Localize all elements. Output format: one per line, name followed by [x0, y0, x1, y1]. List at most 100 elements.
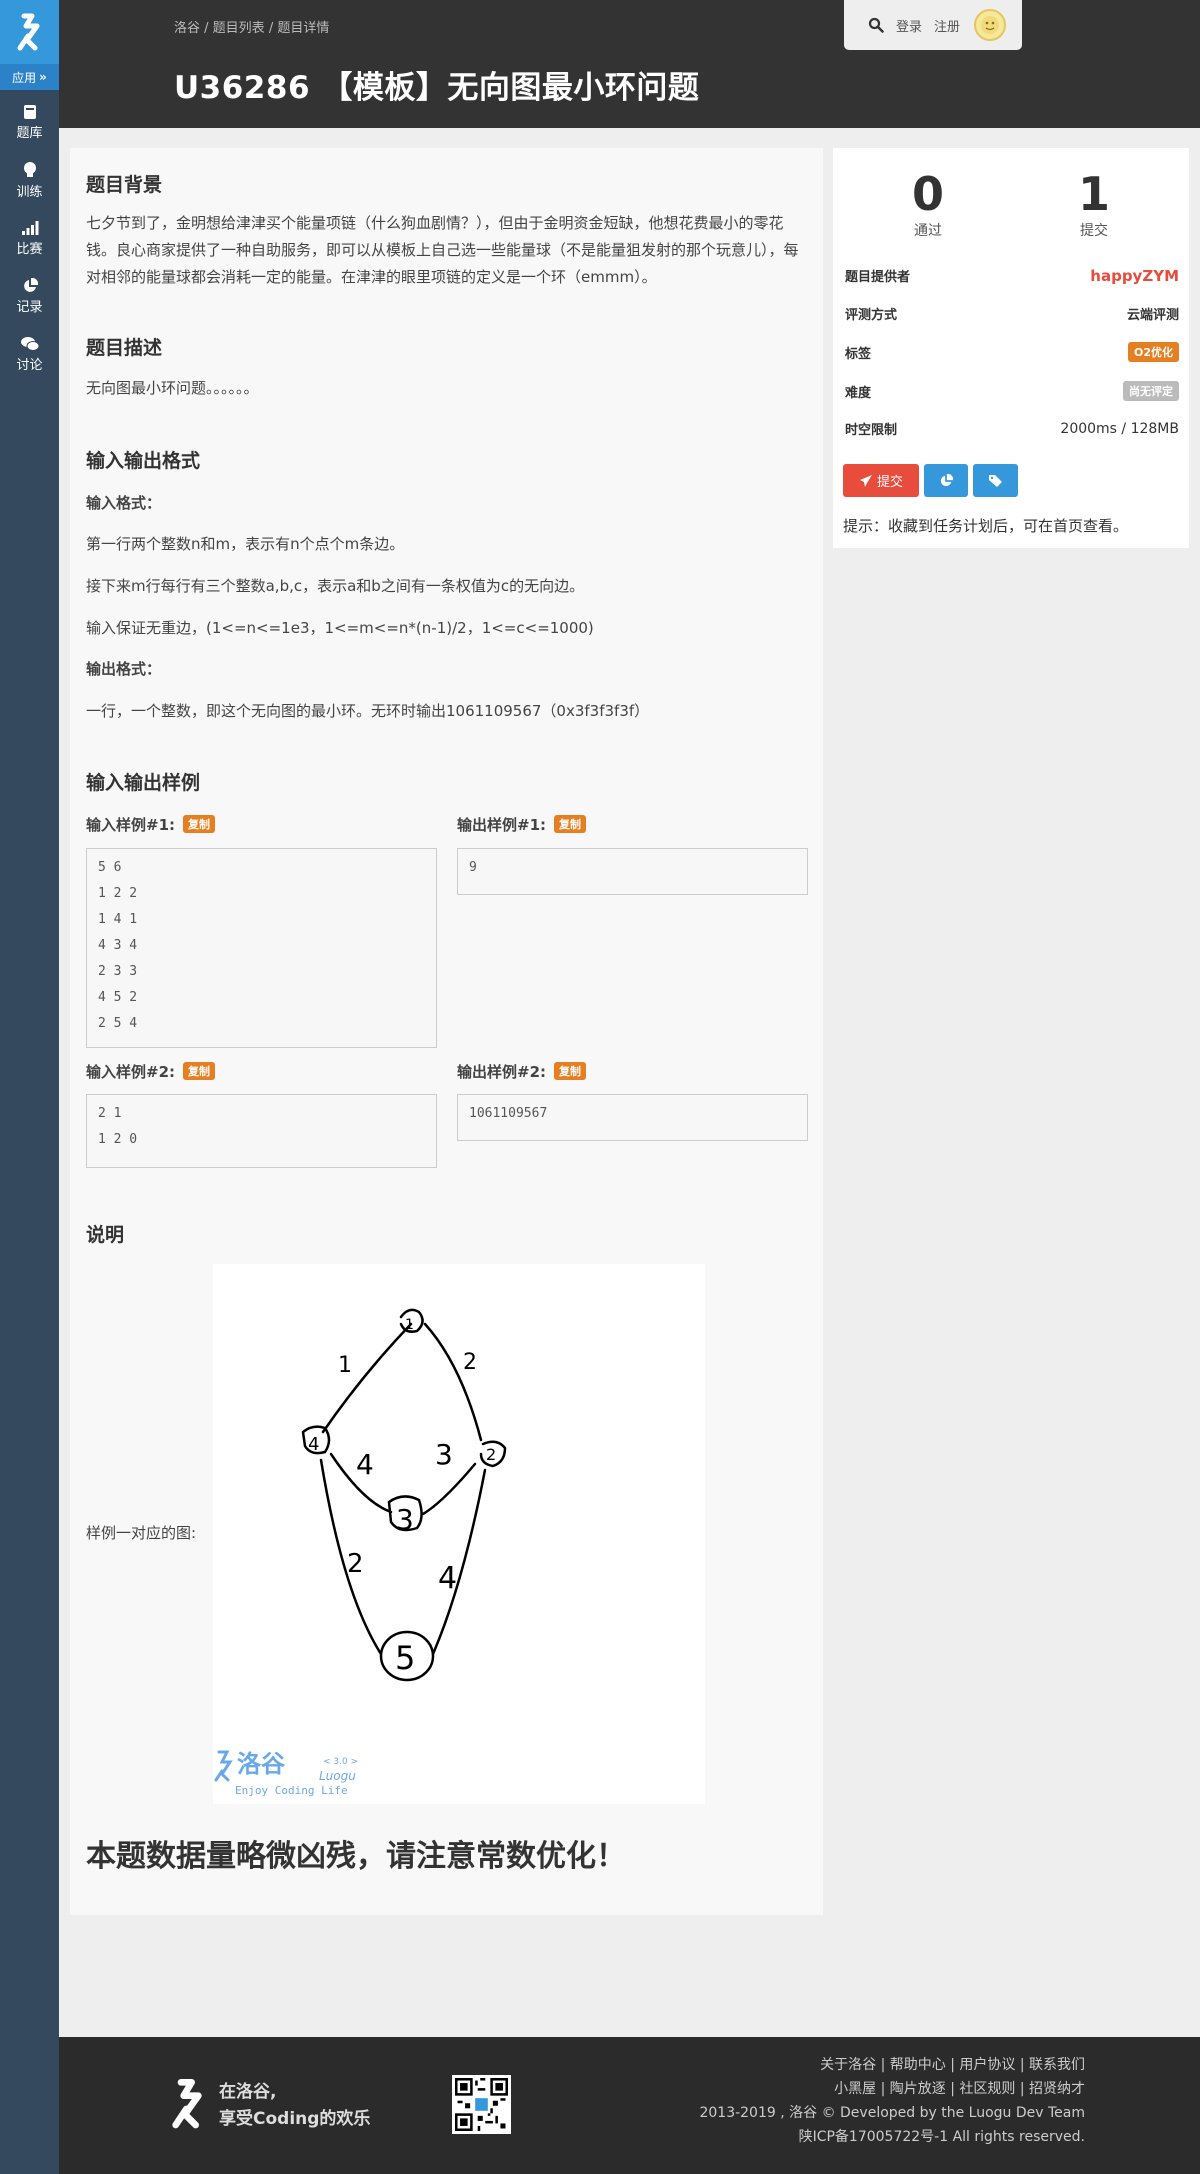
passed-count: 0 [911, 167, 944, 221]
comments-icon [20, 336, 39, 351]
tags-icon [988, 474, 1002, 487]
page-title: U36286 【模板】无向图最小环问题 [174, 70, 700, 106]
graph-drawing: 1 2 3 4 5 1 2 3 4 2 4 洛谷 < 3.0 > Luogu E… [214, 1308, 507, 1797]
qr-code [452, 2075, 511, 2134]
sample-output-label: 输出样例#2: 复制 [457, 1061, 587, 1082]
login-link[interactable]: 登录 [896, 16, 922, 35]
description-text: 无向图最小环问题。。。。。。 [86, 379, 259, 397]
output-text: 一行，一个整数，即这个无向图的最小环。无环时输出1061109567（0x3f3… [86, 702, 650, 720]
luogu-logo-icon [17, 13, 39, 51]
search-icon[interactable] [868, 17, 884, 33]
task-hint: 提示：收藏到任务计划后，可在首页查看。 [843, 517, 1129, 535]
input-format-label: 输入格式： [86, 494, 162, 512]
sidebar-item-problems[interactable]: 题库 [0, 94, 59, 150]
weight-label: 4 [356, 1448, 374, 1481]
luogu-footer-logo [172, 2079, 202, 2129]
io-format-title: 输入输出格式 [86, 450, 201, 472]
submit-count: 1 [1077, 167, 1110, 221]
sidebar-item-label: 比赛 [16, 241, 43, 257]
sidebar-item-discuss[interactable]: 讨论 [0, 326, 59, 382]
statistics-button[interactable] [924, 464, 968, 497]
weight-label: 3 [435, 1438, 453, 1471]
footer-links-row[interactable]: 关于洛谷 | 帮助中心 | 用户协议 | 联系我们 [699, 2053, 1085, 2077]
limit-label: 时空限制 [845, 423, 898, 438]
tag-badge[interactable]: O2优化 [1127, 342, 1179, 362]
footer-copyright: 2013-2019 , 洛谷 © Developed by the Luogu … [699, 2105, 1085, 2121]
watermark-version: < 3.0 > [323, 1757, 358, 1767]
footer-links-row[interactable]: 小黑屋 | 陶片放逐 | 社区规则 | 招贤纳才 [699, 2077, 1085, 2101]
avatar[interactable] [974, 9, 1007, 41]
tags-label: 标签 [845, 346, 872, 362]
register-link[interactable]: 注册 [934, 16, 960, 35]
sample-input-label-text: 输入样例#1: [86, 816, 176, 834]
watermark-slogan: Enjoy Coding Life [235, 1784, 348, 1797]
sample-output-label: 输出样例#1: 复制 [457, 814, 587, 835]
node-label: 1 [405, 1317, 414, 1333]
sample-input-label: 输入样例#2: 复制 [86, 1061, 216, 1082]
double-chevron-right-icon: » [39, 70, 47, 84]
edge-1-2 [423, 1322, 483, 1442]
judge-row: 评测方式 云端评测 [845, 304, 1179, 323]
figure-caption: 样例一对应的图: [86, 1524, 197, 1542]
copy-button[interactable]: 复制 [554, 815, 587, 833]
sidebar-item-contest[interactable]: 比赛 [0, 210, 59, 266]
avatar-icon [981, 16, 1000, 34]
sample-output-box[interactable]: 9 [457, 848, 808, 895]
notes-title: 说明 [86, 1224, 125, 1246]
weight-label: 4 [438, 1561, 457, 1596]
breadcrumb-home[interactable]: 洛谷 [174, 21, 200, 36]
sample-input-box[interactable]: 2 1 1 2 0 [86, 1094, 437, 1168]
submit-button[interactable]: 提交 [843, 464, 919, 497]
footer-slogan-line: 在洛谷, [219, 2082, 277, 2102]
sidebar-item-label: 记录 [16, 299, 43, 315]
breadcrumb-problem-list[interactable]: 题目列表 [213, 21, 265, 36]
sample-input-box[interactable]: 5 6 1 2 2 1 4 1 4 3 4 2 3 3 4 5 2 2 5 4 [86, 848, 437, 1048]
qr-code-icon [455, 2078, 508, 2131]
watermark-latin: Luogu [319, 1769, 356, 1783]
tags-row: 标签 O2优化 [845, 342, 1179, 362]
edge-1-4 [321, 1322, 413, 1434]
provider-link[interactable]: happyZYM [1090, 267, 1179, 285]
difficulty-badge: 尚无评定 [1123, 381, 1179, 401]
description-title: 题目描述 [86, 337, 163, 359]
sidebar: 应用 » 题库 训练 比赛 记录 讨论 [0, 0, 59, 2174]
tags-button[interactable] [973, 464, 1018, 497]
judge-label: 评测方式 [845, 308, 898, 323]
judge-value: 云端评测 [1126, 308, 1179, 323]
footer-slogan-line: 享受Coding的欢乐 [219, 2109, 371, 2129]
output-format-label: 输出格式： [86, 660, 162, 678]
user-bar: 登录 注册 [844, 0, 1022, 50]
sample-output-label-text: 输出样例#1: [457, 816, 547, 834]
paper-plane-icon [859, 474, 872, 487]
difficulty-label: 难度 [845, 385, 872, 401]
copy-button[interactable]: 复制 [183, 815, 216, 833]
sample-output-box[interactable]: 1061109567 [457, 1094, 808, 1141]
submit-stat: 1 提交 [1034, 168, 1154, 240]
provider-row: 题目提供者 happyZYM [845, 266, 1179, 286]
sidebar-item-records[interactable]: 记录 [0, 268, 59, 324]
sidebar-item-label: 讨论 [16, 357, 43, 373]
problem-info-panel: 0 通过 1 提交 题目提供者 happyZYM 评测方式 云端评测 标签 O2… [833, 148, 1189, 548]
copy-button[interactable]: 复制 [183, 1062, 216, 1080]
apps-toggle[interactable]: 应用 » [0, 64, 59, 90]
copy-button[interactable]: 复制 [554, 1062, 587, 1080]
provider-label: 题目提供者 [845, 270, 911, 285]
sample-input-label-text: 输入样例#2: [86, 1063, 176, 1081]
book-icon [23, 104, 36, 119]
page-footer: 在洛谷, 享受Coding的欢乐 关于洛谷 | 帮助中心 | 用户协议 | 联系… [59, 2037, 1200, 2174]
sample-graph-image: 1 2 3 4 5 1 2 3 4 2 4 洛谷 < 3.0 > Luogu E… [213, 1264, 705, 1804]
warning-text: 本题数据量略微凶残，请注意常数优化！ [86, 1839, 626, 1874]
page-header: 洛谷 / 题目列表 / 题目详情 U36286 【模板】无向图最小环问题 登录 … [59, 0, 1200, 128]
pie-chart-icon [940, 473, 953, 486]
watermark-text: 洛谷 [237, 1750, 286, 1778]
lightbulb-icon [23, 161, 36, 177]
sample-input-label: 输入样例#1: 复制 [86, 814, 216, 835]
weight-label: 2 [347, 1549, 364, 1579]
footer-icp: 陕ICP备17005722号-1 All rights reserved. [798, 2129, 1085, 2145]
luogu-logo[interactable] [0, 0, 59, 64]
limit-value: 2000ms / 128MB [1060, 420, 1179, 437]
sidebar-item-training[interactable]: 训练 [0, 152, 59, 208]
breadcrumb-current: 题目详情 [277, 21, 330, 36]
node-label: 3 [396, 1503, 414, 1536]
footer-slogan: 在洛谷, 享受Coding的欢乐 [219, 2079, 370, 2133]
